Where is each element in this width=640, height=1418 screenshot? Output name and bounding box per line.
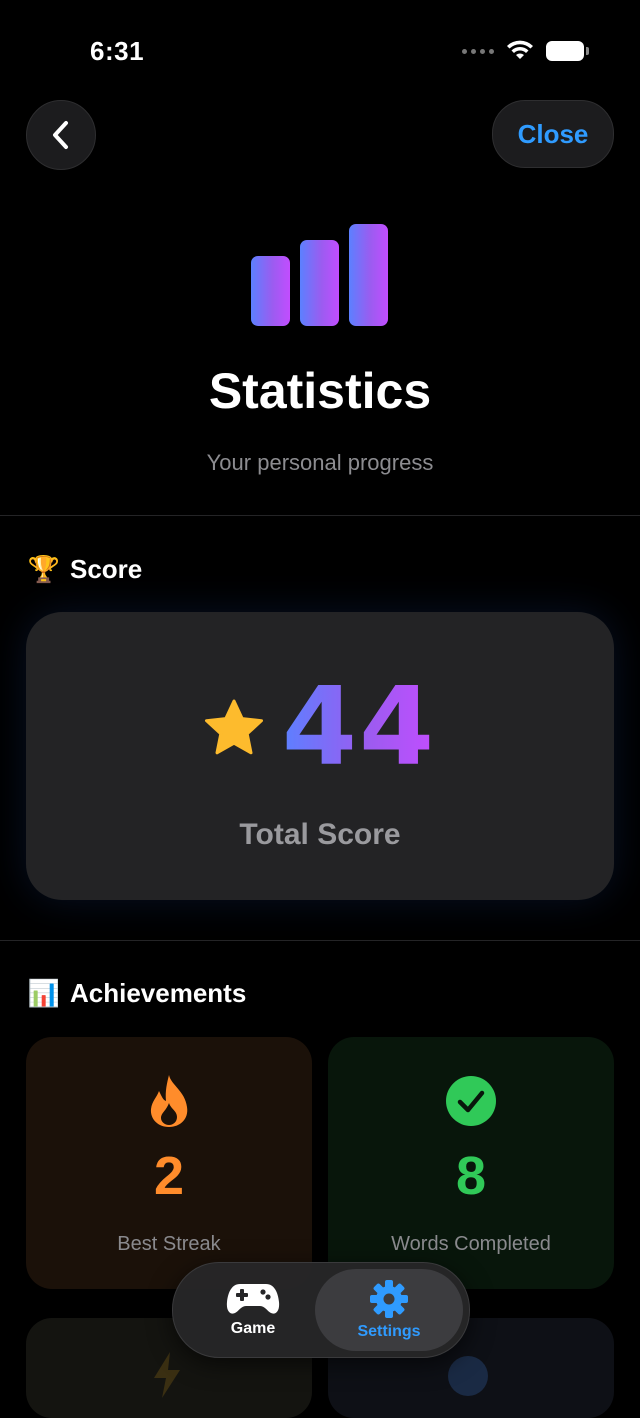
divider [0,940,640,941]
gamepad-icon [226,1284,280,1314]
words-completed-value: 8 [455,1146,487,1206]
best-streak-value: 2 [153,1146,185,1206]
page-subtitle: Your personal progress [206,450,434,475]
close-button[interactable]: Close [492,100,614,168]
score-section-title: 🏆 Score [28,554,142,585]
star-icon [204,699,263,755]
gear-icon [370,1280,408,1318]
section-title-text: Achievements [70,978,247,1008]
total-score-value: 44 [281,665,437,790]
total-score-label: Total Score [239,818,401,851]
score-card: 44 Total Score [26,612,614,900]
page-title: Statistics [208,363,432,419]
bar-chart-icon [251,224,388,326]
tab-game[interactable]: Game [179,1269,327,1351]
lightning-icon [154,1352,180,1398]
chart-emoji-icon: 📊 [27,978,61,1008]
achievement-card-words-completed: 8 Words Completed [328,1037,614,1289]
status-time: 6:31 [90,36,145,66]
best-streak-label: Best Streak [117,1233,221,1255]
target-icon [448,1356,488,1396]
chevron-left-icon [53,121,68,149]
battery-icon [546,41,589,61]
flame-icon [150,1075,188,1127]
status-icons [462,40,589,62]
wifi-icon [507,40,533,59]
tab-label: Settings [357,1323,421,1340]
section-title-text: Score [70,554,143,584]
divider [0,515,640,516]
words-completed-label: Words Completed [391,1233,551,1255]
checkmark-circle-icon [446,1076,496,1126]
back-button[interactable] [26,100,96,170]
achievements-section-title: 📊 Achievements [27,978,247,1009]
tab-label: Game [230,1320,276,1337]
achievement-card-best-streak: 2 Best Streak [26,1037,312,1289]
tab-settings[interactable]: Settings [315,1269,463,1351]
cellular-signal-icon [462,48,494,54]
trophy-icon: 🏆 [27,554,61,584]
tab-bar: Game Settings [172,1262,470,1358]
